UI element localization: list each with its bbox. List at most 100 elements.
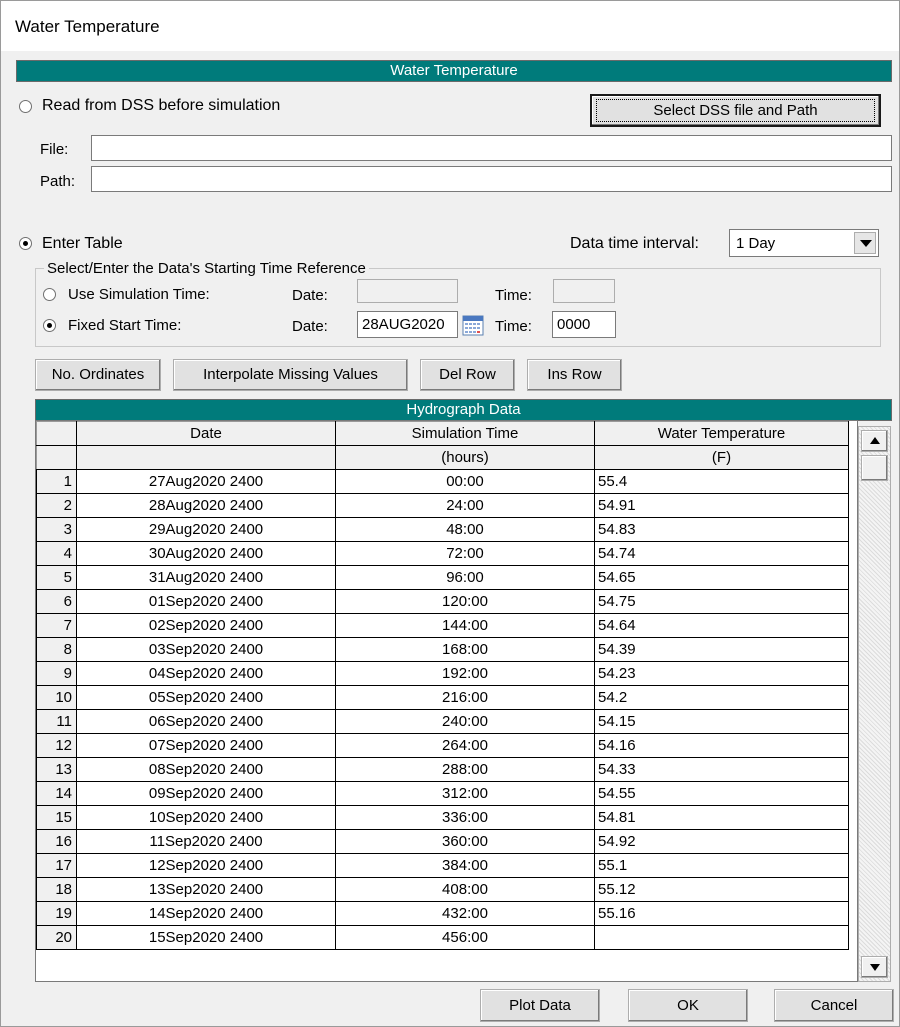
table-row: 3 29Aug2020 2400 48:00 54.83 bbox=[36, 517, 849, 542]
sim-time-cell[interactable]: 48:00 bbox=[335, 517, 595, 542]
interval-select[interactable]: 1 Day bbox=[729, 229, 879, 257]
sim-time-cell[interactable]: 96:00 bbox=[335, 565, 595, 590]
date-cell[interactable]: 11Sep2020 2400 bbox=[76, 829, 336, 854]
sim-time-input[interactable] bbox=[553, 279, 615, 303]
sim-time-cell[interactable]: 264:00 bbox=[335, 733, 595, 758]
no-ordinates-button[interactable]: No. Ordinates bbox=[35, 359, 161, 391]
calendar-icon[interactable] bbox=[462, 314, 484, 336]
fixed-start-radio[interactable] bbox=[43, 319, 56, 332]
sim-time-cell[interactable]: 408:00 bbox=[335, 877, 595, 902]
date-cell[interactable]: 05Sep2020 2400 bbox=[76, 685, 336, 710]
sim-time-cell[interactable]: 168:00 bbox=[335, 637, 595, 662]
ins-row-button[interactable]: Ins Row bbox=[527, 359, 622, 391]
date-cell[interactable]: 29Aug2020 2400 bbox=[76, 517, 336, 542]
water-temp-cell[interactable]: 54.75 bbox=[594, 589, 849, 614]
water-temp-cell[interactable]: 54.2 bbox=[594, 685, 849, 710]
fixed-start-label: Fixed Start Time: bbox=[68, 317, 182, 334]
file-label: File: bbox=[40, 141, 69, 158]
sim-time-cell[interactable]: 456:00 bbox=[335, 925, 595, 950]
water-temp-cell[interactable]: 54.33 bbox=[594, 757, 849, 782]
water-temp-cell[interactable]: 54.55 bbox=[594, 781, 849, 806]
fixed-time-input[interactable]: 0000 bbox=[552, 311, 616, 338]
date-cell[interactable]: 13Sep2020 2400 bbox=[76, 877, 336, 902]
date-cell[interactable]: 02Sep2020 2400 bbox=[76, 613, 336, 638]
water-temp-cell[interactable]: 55.1 bbox=[594, 853, 849, 878]
sim-date-label: Date: bbox=[292, 287, 328, 304]
date-cell[interactable]: 15Sep2020 2400 bbox=[76, 925, 336, 950]
date-cell[interactable]: 09Sep2020 2400 bbox=[76, 781, 336, 806]
interval-value: 1 Day bbox=[736, 235, 776, 252]
sim-time-cell[interactable]: 120:00 bbox=[335, 589, 595, 614]
date-cell[interactable]: 12Sep2020 2400 bbox=[76, 853, 336, 878]
sim-date-input[interactable] bbox=[357, 279, 458, 303]
date-cell[interactable]: 30Aug2020 2400 bbox=[76, 541, 336, 566]
scroll-thumb[interactable] bbox=[861, 455, 888, 481]
water-temp-cell[interactable]: 54.64 bbox=[594, 613, 849, 638]
water-temp-cell[interactable]: 54.74 bbox=[594, 541, 849, 566]
date-cell[interactable]: 28Aug2020 2400 bbox=[76, 493, 336, 518]
chevron-down-icon[interactable] bbox=[854, 232, 876, 254]
unit-sim-time: (hours) bbox=[335, 445, 595, 470]
water-temp-cell[interactable]: 54.39 bbox=[594, 637, 849, 662]
ok-button[interactable]: OK bbox=[628, 989, 748, 1022]
del-row-button[interactable]: Del Row bbox=[420, 359, 515, 391]
file-input[interactable] bbox=[91, 135, 892, 161]
scroll-up-icon[interactable] bbox=[861, 430, 888, 452]
sim-time-cell[interactable]: 336:00 bbox=[335, 805, 595, 830]
hydrograph-header: Hydrograph Data bbox=[35, 399, 892, 421]
sim-time-cell[interactable]: 312:00 bbox=[335, 781, 595, 806]
water-temp-cell[interactable]: 54.83 bbox=[594, 517, 849, 542]
row-number: 18 bbox=[36, 877, 77, 902]
date-cell[interactable]: 10Sep2020 2400 bbox=[76, 805, 336, 830]
sim-time-cell[interactable]: 360:00 bbox=[335, 829, 595, 854]
water-temp-cell[interactable]: 54.15 bbox=[594, 709, 849, 734]
date-cell[interactable]: 03Sep2020 2400 bbox=[76, 637, 336, 662]
date-cell[interactable]: 04Sep2020 2400 bbox=[76, 661, 336, 686]
sim-time-cell[interactable]: 432:00 bbox=[335, 901, 595, 926]
water-temp-cell[interactable]: 55.16 bbox=[594, 901, 849, 926]
date-cell[interactable]: 07Sep2020 2400 bbox=[76, 733, 336, 758]
date-cell[interactable]: 14Sep2020 2400 bbox=[76, 901, 336, 926]
sim-time-cell[interactable]: 240:00 bbox=[335, 709, 595, 734]
water-temp-cell[interactable]: 54.16 bbox=[594, 733, 849, 758]
water-temp-cell[interactable]: 54.92 bbox=[594, 829, 849, 854]
date-cell[interactable]: 31Aug2020 2400 bbox=[76, 565, 336, 590]
table-row: 8 03Sep2020 2400 168:00 54.39 bbox=[36, 637, 849, 662]
sim-time-cell[interactable]: 24:00 bbox=[335, 493, 595, 518]
date-cell[interactable]: 06Sep2020 2400 bbox=[76, 709, 336, 734]
water-temp-cell[interactable] bbox=[594, 925, 849, 950]
select-dss-button[interactable]: Select DSS file and Path bbox=[590, 94, 881, 127]
water-temp-cell[interactable]: 54.23 bbox=[594, 661, 849, 686]
sim-time-cell[interactable]: 384:00 bbox=[335, 853, 595, 878]
path-input[interactable] bbox=[91, 166, 892, 192]
water-temp-cell[interactable]: 54.65 bbox=[594, 565, 849, 590]
vertical-scrollbar[interactable] bbox=[858, 426, 891, 982]
water-temp-cell[interactable]: 54.81 bbox=[594, 805, 849, 830]
use-sim-time-radio[interactable] bbox=[43, 288, 56, 301]
water-temp-cell[interactable]: 54.91 bbox=[594, 493, 849, 518]
sim-time-cell[interactable]: 216:00 bbox=[335, 685, 595, 710]
date-cell[interactable]: 08Sep2020 2400 bbox=[76, 757, 336, 782]
column-header-sim-time: Simulation Time bbox=[335, 421, 595, 446]
read-dss-radio[interactable] bbox=[19, 100, 32, 113]
fixed-date-label: Date: bbox=[292, 318, 328, 335]
water-temp-cell[interactable]: 55.4 bbox=[594, 469, 849, 494]
row-number: 8 bbox=[36, 637, 77, 662]
fixed-date-input[interactable]: 28AUG2020 bbox=[357, 311, 458, 338]
sim-time-cell[interactable]: 144:00 bbox=[335, 613, 595, 638]
plot-data-button[interactable]: Plot Data bbox=[480, 989, 600, 1022]
date-cell[interactable]: 27Aug2020 2400 bbox=[76, 469, 336, 494]
header-row: Date Simulation Time Water Temperature bbox=[36, 421, 849, 446]
interpolate-button[interactable]: Interpolate Missing Values bbox=[173, 359, 408, 391]
sim-time-label: Time: bbox=[495, 287, 532, 304]
date-cell[interactable]: 01Sep2020 2400 bbox=[76, 589, 336, 614]
scroll-down-icon[interactable] bbox=[861, 956, 888, 978]
sim-time-cell[interactable]: 72:00 bbox=[335, 541, 595, 566]
sim-time-cell[interactable]: 192:00 bbox=[335, 661, 595, 686]
sim-time-cell[interactable]: 00:00 bbox=[335, 469, 595, 494]
sim-time-cell[interactable]: 288:00 bbox=[335, 757, 595, 782]
interval-label: Data time interval: bbox=[570, 235, 699, 252]
cancel-button[interactable]: Cancel bbox=[774, 989, 894, 1022]
enter-table-radio[interactable] bbox=[19, 237, 32, 250]
water-temp-cell[interactable]: 55.12 bbox=[594, 877, 849, 902]
